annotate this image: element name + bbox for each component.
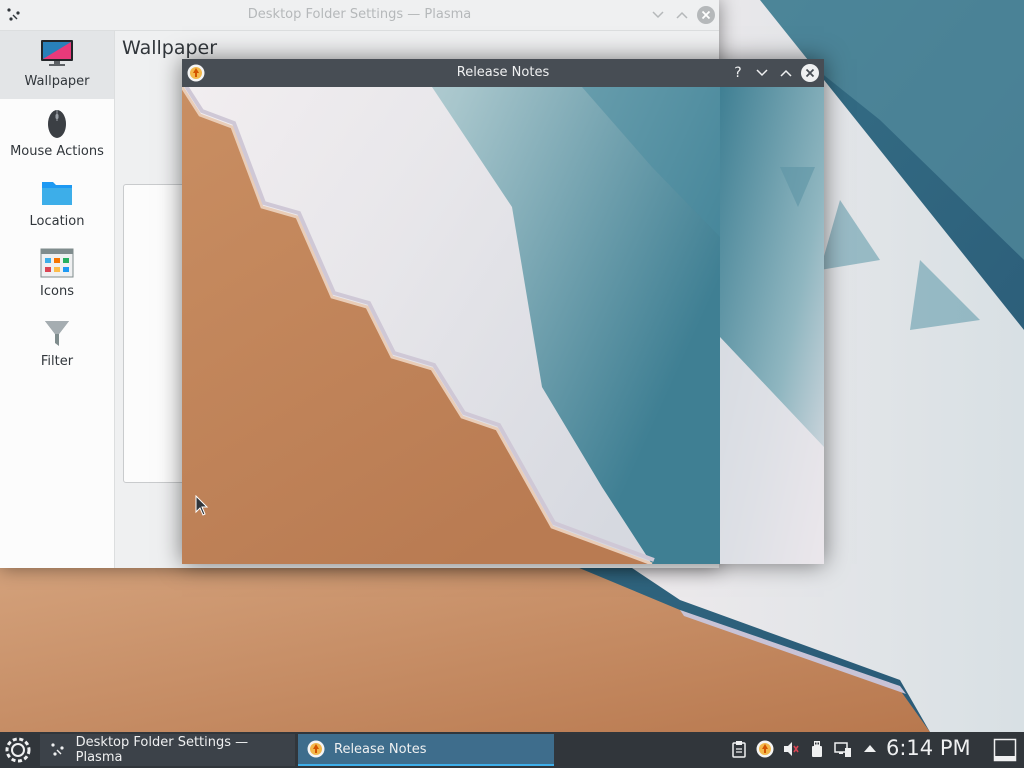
chevron-down-icon [652, 11, 664, 19]
chevron-up-icon [780, 69, 792, 77]
chevron-down-icon [756, 69, 768, 77]
sidebar-item-location[interactable]: Location [0, 171, 114, 239]
help-icon: ? [734, 65, 742, 81]
sidebar-item-filter[interactable]: Filter [0, 311, 114, 379]
task-desktop-folder-settings[interactable]: Desktop Folder Settings — Plasma [40, 734, 295, 766]
release-notes-image-edge [720, 87, 824, 564]
updates-icon[interactable] [756, 740, 774, 758]
task-label: Release Notes [334, 741, 427, 757]
release-notes-titlebar[interactable]: Release Notes ? [182, 59, 824, 87]
digital-clock[interactable]: 6:14 PM [886, 736, 971, 760]
release-notes-image [182, 87, 720, 564]
show-desktop-icon[interactable] [993, 738, 1017, 762]
sidebar-item-label: Mouse Actions [10, 144, 104, 159]
chevron-up-icon [676, 11, 688, 19]
close-icon [697, 6, 715, 24]
launcher-gear-icon [5, 737, 31, 763]
release-notes-content [182, 87, 720, 564]
application-launcher-button[interactable] [4, 736, 32, 764]
network-icon[interactable] [834, 740, 852, 758]
discover-icon [307, 740, 325, 758]
task-label: Desktop Folder Settings — Plasma [75, 735, 249, 765]
sidebar-item-label: Filter [40, 354, 74, 369]
icons-grid-icon [40, 248, 74, 278]
window-title: Desktop Folder Settings — Plasma [247, 7, 472, 22]
settings-titlebar[interactable]: Desktop Folder Settings — Plasma [0, 0, 719, 31]
close-icon [801, 64, 819, 82]
funnel-icon [45, 321, 69, 346]
sidebar-item-icons[interactable]: Icons [0, 241, 114, 309]
release-notes-right-panel [720, 87, 824, 564]
expand-tray-icon[interactable] [861, 740, 879, 758]
mouse-icon [48, 110, 66, 138]
help-button[interactable]: ? [728, 63, 748, 83]
minimize-button[interactable] [648, 5, 668, 25]
sidebar-item-label: Location [29, 214, 85, 229]
settings-sidebar: Wallpaper Mouse Actions Location Icons F… [0, 31, 115, 568]
close-button[interactable] [800, 63, 820, 83]
sidebar-item-label: Icons [40, 284, 74, 299]
folder-icon [42, 182, 72, 205]
maximize-button[interactable] [776, 63, 796, 83]
sidebar-item-wallpaper[interactable]: Wallpaper [0, 31, 114, 99]
plasma-icon [51, 743, 64, 756]
minimize-button[interactable] [752, 63, 772, 83]
task-release-notes[interactable]: Release Notes [298, 734, 554, 766]
usb-drive-icon[interactable] [808, 740, 826, 758]
monitor-icon [41, 40, 73, 66]
clipboard-icon[interactable] [730, 740, 748, 758]
volume-muted-icon[interactable] [782, 740, 800, 758]
mouse-pointer-icon [195, 495, 209, 516]
maximize-button[interactable] [672, 5, 692, 25]
sidebar-item-mouse-actions[interactable]: Mouse Actions [0, 101, 114, 169]
taskbar: Desktop Folder Settings — Plasma Release… [0, 732, 1024, 768]
page-title: Wallpaper [122, 37, 218, 59]
close-button[interactable] [696, 5, 716, 25]
sidebar-item-label: Wallpaper [24, 74, 90, 89]
